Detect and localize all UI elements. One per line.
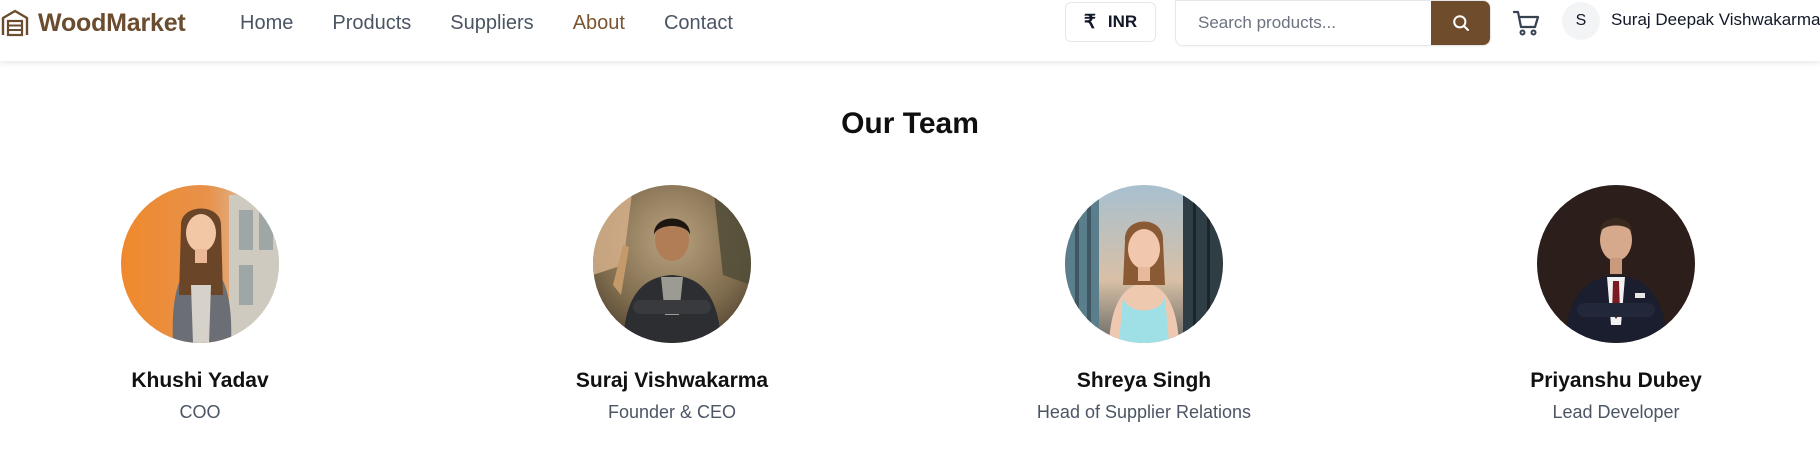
nav-link-products[interactable]: Products bbox=[332, 12, 411, 35]
member-photo bbox=[1065, 185, 1223, 343]
nav-link-contact[interactable]: Contact bbox=[664, 12, 733, 35]
member-role: Lead Developer bbox=[1552, 402, 1680, 422]
member-role: Head of Supplier Relations bbox=[1036, 402, 1252, 422]
warehouse-icon bbox=[1, 9, 29, 37]
member-photo bbox=[1537, 185, 1695, 343]
search-button[interactable] bbox=[1431, 1, 1490, 45]
member-name: Shreya Singh bbox=[1076, 369, 1212, 392]
member-name: Khushi Yadav bbox=[131, 369, 269, 392]
member-photo bbox=[121, 185, 279, 343]
member-photo bbox=[593, 185, 751, 343]
search-input[interactable] bbox=[1176, 1, 1431, 45]
portrait-image bbox=[1537, 185, 1695, 343]
member-name: Priyanshu Dubey bbox=[1530, 369, 1702, 392]
nav-link-home[interactable]: Home bbox=[240, 12, 293, 35]
member-role: Founder & CEO bbox=[607, 402, 737, 422]
nav-link-suppliers[interactable]: Suppliers bbox=[450, 12, 533, 35]
currency-code: INR bbox=[1107, 12, 1138, 31]
brand-logo-link[interactable]: WoodMarket bbox=[0, 8, 186, 38]
search-icon bbox=[1452, 15, 1469, 31]
main-nav: Home Products Suppliers About Contact bbox=[240, 8, 733, 38]
portrait-image bbox=[593, 185, 751, 343]
rupee-icon: ₹ bbox=[1083, 11, 1096, 33]
user-name[interactable]: Suraj Deepak Vishwakarma bbox=[1611, 10, 1820, 34]
user-avatar[interactable]: S bbox=[1562, 2, 1600, 40]
currency-selector-button[interactable]: ₹ INR bbox=[1065, 2, 1156, 42]
shopping-cart-icon bbox=[1512, 10, 1540, 36]
portrait-image bbox=[121, 185, 279, 343]
search-bar bbox=[1175, 0, 1491, 46]
team-section: Our Team Khushi Yadav COO Suraj Vishwaka… bbox=[0, 61, 1820, 453]
brand-name: WoodMarket bbox=[38, 8, 186, 37]
member-name: Suraj Vishwakarma bbox=[575, 369, 769, 392]
nav-link-about[interactable]: About bbox=[573, 12, 625, 35]
portrait-image bbox=[1065, 185, 1223, 343]
section-title: Our Team bbox=[841, 107, 979, 140]
top-navbar: WoodMarket Home Products Suppliers About… bbox=[0, 0, 1820, 61]
cart-button[interactable] bbox=[1511, 8, 1541, 38]
member-role: COO bbox=[179, 402, 221, 422]
